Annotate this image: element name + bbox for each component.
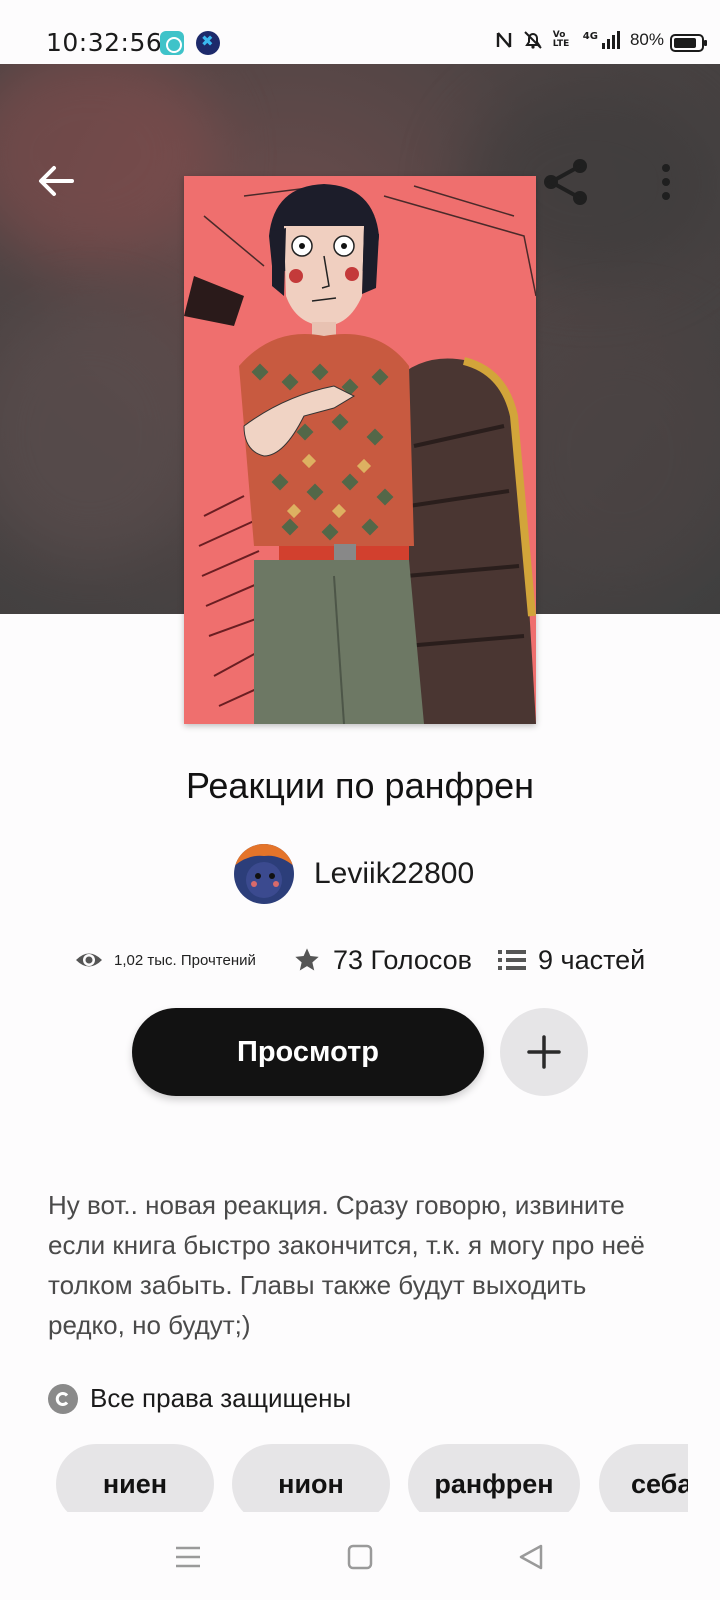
copyright-text: Все права защищены	[90, 1383, 352, 1413]
menu-icon[interactable]	[163, 1532, 213, 1582]
parts-count: 9 частей	[538, 944, 646, 975]
eye-icon	[76, 953, 102, 967]
status-bar: 10:32:56 Vo LTE 4G 80%	[0, 0, 720, 64]
mute-icon	[524, 31, 542, 49]
share-icon[interactable]	[540, 156, 592, 208]
network-type-label: 4G	[582, 31, 598, 42]
author-link[interactable]: Leviik22800	[234, 844, 474, 904]
signal-4g-icon: 4G	[583, 31, 620, 49]
reads-count: 1,02 тыс. Прочтений	[114, 951, 256, 969]
battery-percent: 80%	[629, 30, 664, 49]
more-vertical-icon[interactable]	[656, 162, 676, 202]
author-name[interactable]: Leviik22800	[314, 857, 474, 891]
add-to-library-button[interactable]	[500, 1008, 588, 1096]
system-navigation-bar	[0, 1512, 720, 1600]
back-triangle-icon[interactable]	[506, 1532, 556, 1582]
list-icon	[498, 950, 526, 970]
back-button[interactable]	[34, 159, 78, 203]
copyright-notice: Все права защищены	[48, 1383, 351, 1414]
reads-stat: 1,02 тыс. Прочтений	[74, 940, 256, 980]
battery-icon	[670, 34, 707, 52]
book-stats: 1,02 тыс. Прочтений 73 Голосов 9 частей	[74, 940, 674, 980]
app-notification-icon	[160, 31, 184, 55]
book-cover[interactable]	[184, 176, 536, 724]
home-square-icon[interactable]	[335, 1532, 385, 1582]
cover-illustration	[184, 176, 536, 724]
volte-icon: Vo LTE	[552, 30, 570, 49]
app-notification-icon-2	[196, 31, 220, 55]
star-icon	[295, 948, 319, 971]
avatar[interactable]	[234, 844, 294, 904]
book-title: Реакции по ранфрен	[185, 765, 535, 806]
read-button[interactable]: Просмотр	[132, 1008, 484, 1096]
book-description: Ну вот.. новая реакция. Сразу говорю, из…	[48, 1190, 645, 1340]
copyright-icon	[48, 1383, 78, 1414]
nfc-icon	[496, 32, 511, 48]
status-indicators: Vo LTE 4G 80%	[495, 30, 664, 50]
votes-count: 73 Голосов	[333, 944, 473, 975]
parts-stat: 9 частей	[498, 940, 645, 980]
votes-stat: 73 Голосов	[293, 940, 472, 980]
status-time: 10:32:56	[46, 28, 163, 57]
plus-icon	[527, 1035, 561, 1069]
